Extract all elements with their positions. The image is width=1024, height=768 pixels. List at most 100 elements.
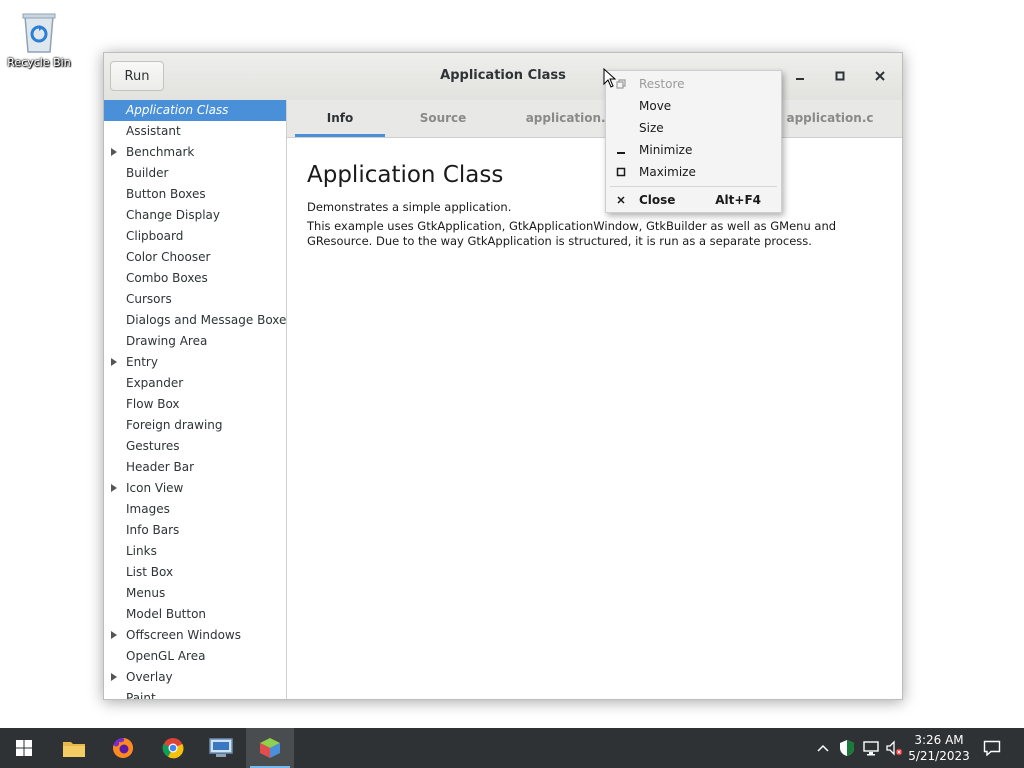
sidebar-item-label: OpenGL Area bbox=[126, 649, 206, 663]
sidebar-item[interactable]: OpenGL Area bbox=[104, 646, 286, 667]
sidebar-item[interactable]: Foreign drawing bbox=[104, 415, 286, 436]
close-button[interactable] bbox=[869, 65, 891, 87]
remote-desktop-icon bbox=[209, 738, 233, 757]
menu-item-label: Minimize bbox=[639, 143, 693, 157]
volume-muted-icon bbox=[886, 740, 903, 756]
sidebar-item[interactable]: Clipboard bbox=[104, 226, 286, 247]
volume-tray-button[interactable] bbox=[883, 728, 905, 768]
sidebar-item[interactable]: Links bbox=[104, 541, 286, 562]
sidebar-item[interactable]: Combo Boxes bbox=[104, 268, 286, 289]
tab-source[interactable]: Source bbox=[395, 100, 491, 137]
gtk-demo-icon bbox=[260, 738, 280, 758]
menu-item-minimize[interactable]: Minimize bbox=[606, 140, 781, 160]
sidebar-item-label: Header Bar bbox=[126, 460, 195, 474]
sidebar-item[interactable]: Drawing Area bbox=[104, 331, 286, 352]
taskbar-clock[interactable]: 3:26 AM 5/21/2023 bbox=[904, 732, 974, 764]
window-title: Application Class bbox=[440, 68, 566, 83]
menu-item-restore[interactable]: Restore bbox=[606, 74, 781, 94]
maximize-icon bbox=[615, 166, 627, 178]
sidebar-item[interactable]: Assistant bbox=[104, 121, 286, 142]
menu-item-size[interactable]: Size bbox=[606, 118, 781, 138]
expander-arrow-icon[interactable] bbox=[111, 148, 117, 156]
sidebar-item[interactable]: Info Bars bbox=[104, 520, 286, 541]
sidebar-item-label: Gestures bbox=[126, 439, 180, 453]
file-explorer-button[interactable] bbox=[50, 728, 98, 768]
close-icon bbox=[875, 71, 885, 81]
demo-list-sidebar[interactable]: Application Class Assistant Benchmark Build… bbox=[104, 100, 287, 699]
sidebar-item[interactable]: Icon View bbox=[104, 478, 286, 499]
sidebar-item[interactable]: Header Bar bbox=[104, 457, 286, 478]
sidebar-item[interactable]: List Box bbox=[104, 562, 286, 583]
sidebar-item-label: Assistant bbox=[126, 124, 181, 138]
start-button[interactable] bbox=[0, 728, 48, 768]
menu-item-label: Size bbox=[639, 121, 664, 135]
gtk-demo-window: Run Application Class Application Class A… bbox=[103, 52, 903, 700]
sidebar-item-label: Builder bbox=[126, 166, 169, 180]
sidebar-item-label: Info Bars bbox=[126, 523, 180, 537]
sidebar-item[interactable]: Expander bbox=[104, 373, 286, 394]
gtk-demo-taskbar-button[interactable] bbox=[246, 728, 294, 768]
sidebar-item[interactable]: Gestures bbox=[104, 436, 286, 457]
sidebar-item-label: Paint bbox=[126, 691, 156, 699]
sidebar-item[interactable]: Cursors bbox=[104, 289, 286, 310]
sidebar-item-label: Change Display bbox=[126, 208, 220, 222]
sidebar-item[interactable]: Benchmark bbox=[104, 142, 286, 163]
security-tray-button[interactable] bbox=[836, 728, 858, 768]
minimize-button[interactable] bbox=[789, 65, 811, 87]
clock-date: 5/21/2023 bbox=[908, 749, 970, 763]
menu-item-move[interactable]: Move bbox=[606, 96, 781, 116]
firefox-icon bbox=[113, 737, 134, 758]
menu-item-close[interactable]: Close Alt+F4 bbox=[606, 190, 781, 210]
expander-arrow-icon[interactable] bbox=[111, 358, 117, 366]
recycle-bin-label: Recycle Bin bbox=[7, 56, 71, 69]
shortcut-label: Alt+F4 bbox=[715, 193, 761, 207]
folder-icon bbox=[63, 742, 85, 757]
sidebar-item-label: Offscreen Windows bbox=[126, 628, 241, 642]
menu-item-label: Move bbox=[639, 99, 672, 113]
header-bar[interactable]: Run Application Class bbox=[104, 53, 902, 101]
chevron-up-icon bbox=[817, 744, 829, 752]
notification-icon bbox=[983, 740, 1001, 756]
expander-arrow-icon[interactable] bbox=[111, 673, 117, 681]
recycle-bin-shortcut[interactable]: Recycle Bin bbox=[6, 8, 72, 69]
sidebar-item-label: Menus bbox=[126, 586, 166, 600]
sidebar-item[interactable]: Entry bbox=[104, 352, 286, 373]
maximize-button[interactable] bbox=[829, 65, 851, 87]
sidebar-item-label: Clipboard bbox=[126, 229, 184, 243]
sidebar-item[interactable]: Overlay bbox=[104, 667, 286, 688]
show-hidden-icons-button[interactable] bbox=[812, 728, 834, 768]
expander-arrow-icon[interactable] bbox=[111, 484, 117, 492]
menu-separator bbox=[610, 186, 777, 187]
menu-item-maximize[interactable]: Maximize bbox=[606, 162, 781, 182]
tab-info[interactable]: Info bbox=[295, 100, 385, 137]
sidebar-item[interactable]: Change Display bbox=[104, 205, 286, 226]
sidebar-item[interactable]: Button Boxes bbox=[104, 184, 286, 205]
network-tray-button[interactable] bbox=[860, 728, 882, 768]
sidebar-item[interactable]: Application Class bbox=[104, 100, 286, 121]
sidebar-item-label: Dialogs and Message Boxes bbox=[126, 313, 287, 327]
firefox-button[interactable] bbox=[99, 728, 147, 768]
sidebar-item[interactable]: Images bbox=[104, 499, 286, 520]
sidebar-item[interactable]: Flow Box bbox=[104, 394, 286, 415]
description-text: Demonstrates a simple application. bbox=[307, 200, 512, 214]
mouse-pointer-icon bbox=[603, 67, 617, 92]
remote-desktop-button[interactable] bbox=[197, 728, 245, 768]
sidebar-item[interactable]: Offscreen Windows bbox=[104, 625, 286, 646]
sidebar-item[interactable]: Paint bbox=[104, 688, 286, 699]
tab-application-c[interactable]: application.c bbox=[775, 100, 885, 137]
chrome-button[interactable] bbox=[149, 728, 197, 768]
sidebar-item[interactable]: Model Button bbox=[104, 604, 286, 625]
sidebar-item[interactable]: Color Chooser bbox=[104, 247, 286, 268]
action-center-button[interactable] bbox=[978, 728, 1006, 768]
info-panel: Application Class Demonstrates a simple … bbox=[287, 138, 902, 699]
sidebar-item[interactable]: Menus bbox=[104, 583, 286, 604]
sidebar-item-label: Color Chooser bbox=[126, 250, 211, 264]
sidebar-item[interactable]: Builder bbox=[104, 163, 286, 184]
expander-arrow-icon[interactable] bbox=[111, 631, 117, 639]
notebook-tabs: Info Source application.ui application.c bbox=[287, 100, 902, 138]
menu-item-label: Restore bbox=[639, 77, 685, 91]
sidebar-item-label: Flow Box bbox=[126, 397, 180, 411]
sidebar-item-label: Overlay bbox=[126, 670, 173, 684]
sidebar-item-label: Images bbox=[126, 502, 170, 516]
sidebar-item[interactable]: Dialogs and Message Boxes bbox=[104, 310, 286, 331]
